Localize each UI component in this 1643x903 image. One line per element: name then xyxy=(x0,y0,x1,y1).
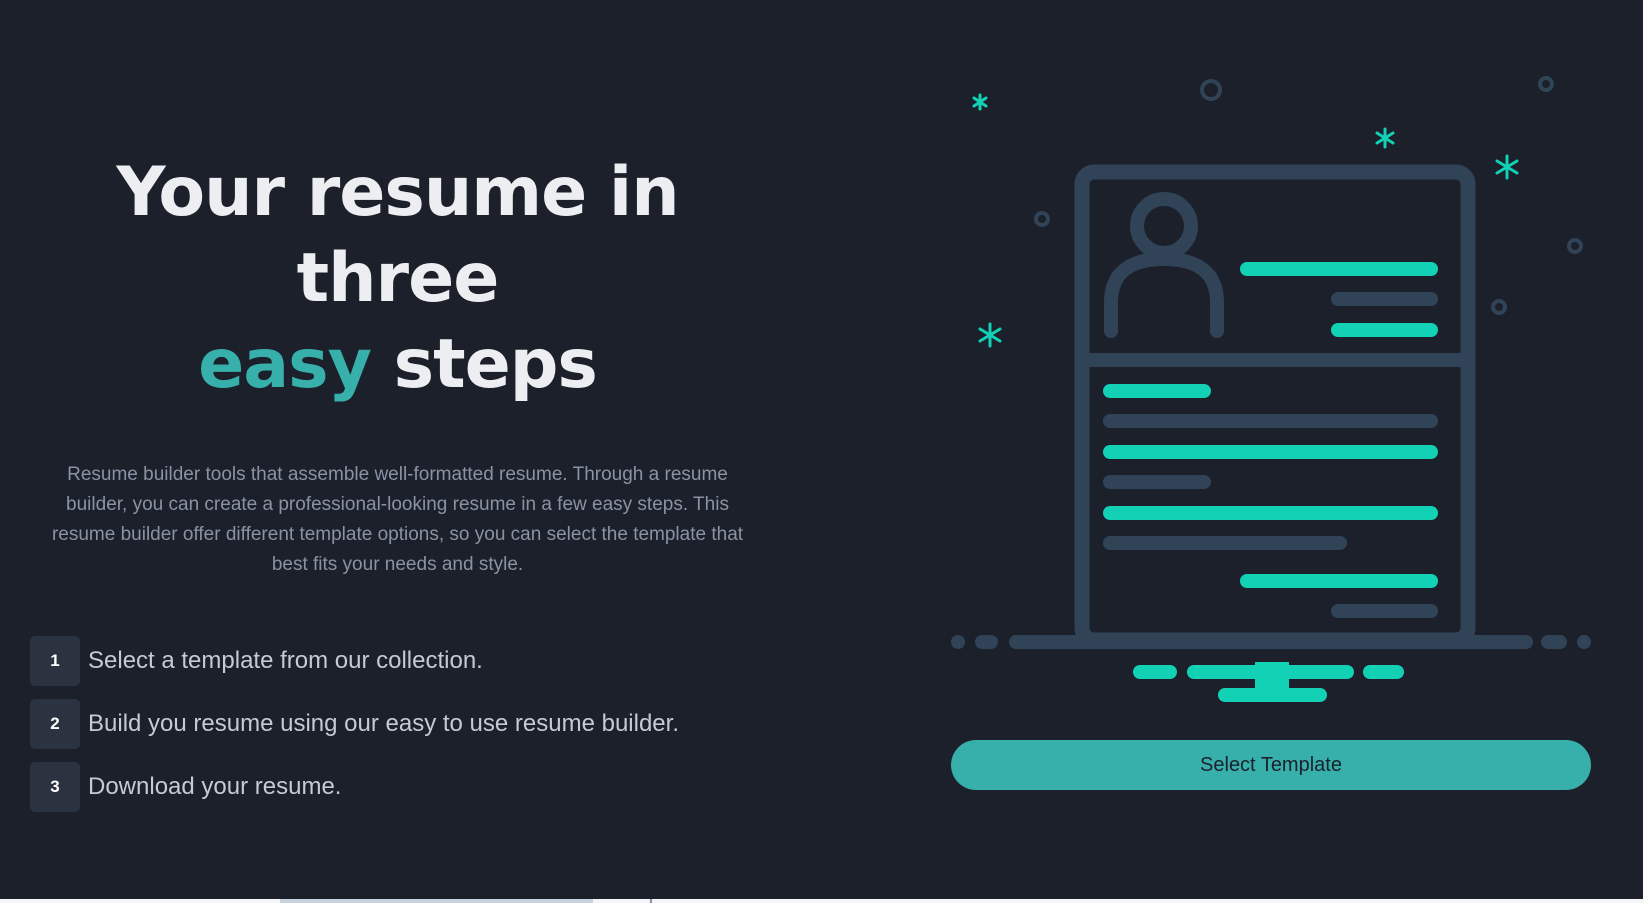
step-item: 3 Download your resume. xyxy=(30,762,765,812)
resume-illustration xyxy=(951,76,1591,702)
avatar-icon xyxy=(1104,192,1224,338)
bottom-scroll-strip xyxy=(0,899,1643,903)
scroll-thumb[interactable] xyxy=(280,899,593,903)
title-accent-word: easy xyxy=(198,325,372,404)
title-line-1: Your resume in three xyxy=(116,153,679,318)
step-text: Download your resume. xyxy=(88,773,342,800)
title-line-2-rest: steps xyxy=(393,325,598,404)
step-number-badge: 1 xyxy=(30,636,80,686)
hero-section: Your resume in three easy steps Resume b… xyxy=(30,150,765,825)
steps-list: 1 Select a template from our collection.… xyxy=(30,636,765,812)
step-item: 2 Build you resume using our easy to use… xyxy=(30,699,765,749)
step-text: Select a template from our collection. xyxy=(88,647,483,674)
step-text: Build you resume using our easy to use r… xyxy=(88,710,679,737)
strip-divider xyxy=(650,899,652,903)
sparkle-icon xyxy=(972,93,1519,348)
select-template-button[interactable]: Select Template xyxy=(951,740,1591,790)
step-number-badge: 3 xyxy=(30,762,80,812)
step-item: 1 Select a template from our collection. xyxy=(30,636,765,686)
intro-paragraph: Resume builder tools that assemble well-… xyxy=(51,464,744,575)
step-number-badge: 2 xyxy=(30,699,80,749)
page-title: Your resume in three easy steps xyxy=(30,150,765,408)
